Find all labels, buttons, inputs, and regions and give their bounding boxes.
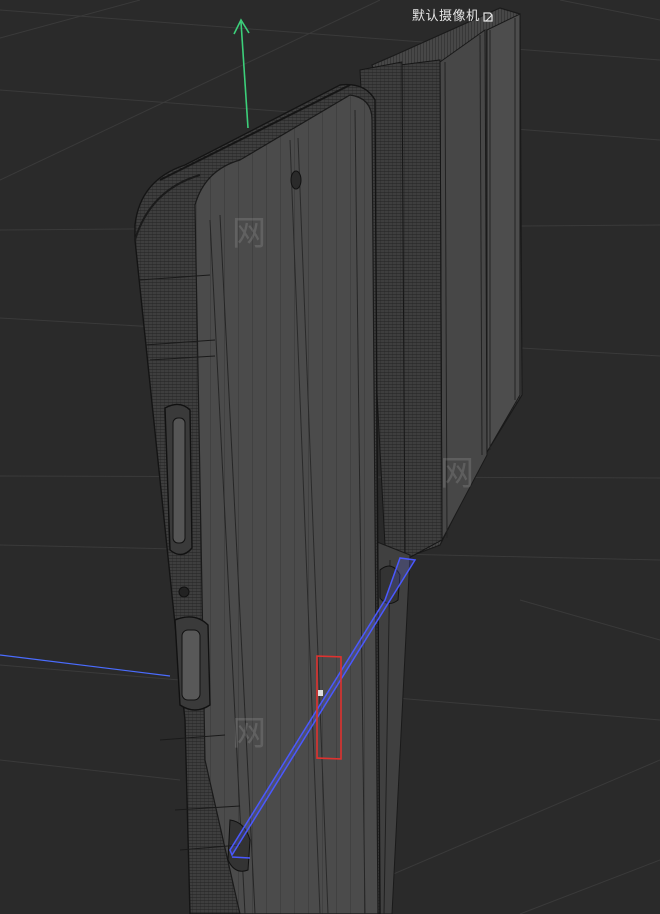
3d-viewport[interactable]: 网 网 网 默认摄像机 [0,0,660,914]
viewport-scene[interactable]: 网 网 网 [0,0,660,914]
watermark-3: 网 [232,714,266,754]
watermark-2: 网 [440,454,474,494]
camera-toggle-icon[interactable] [482,10,494,24]
watermark-1: 网 [232,214,266,254]
y-axis-gizmo[interactable] [233,18,250,129]
camera-label-text: 默认摄像机 [412,9,480,24]
x-axis-line [0,654,171,677]
camera-label[interactable]: 默认摄像机 [412,8,494,26]
